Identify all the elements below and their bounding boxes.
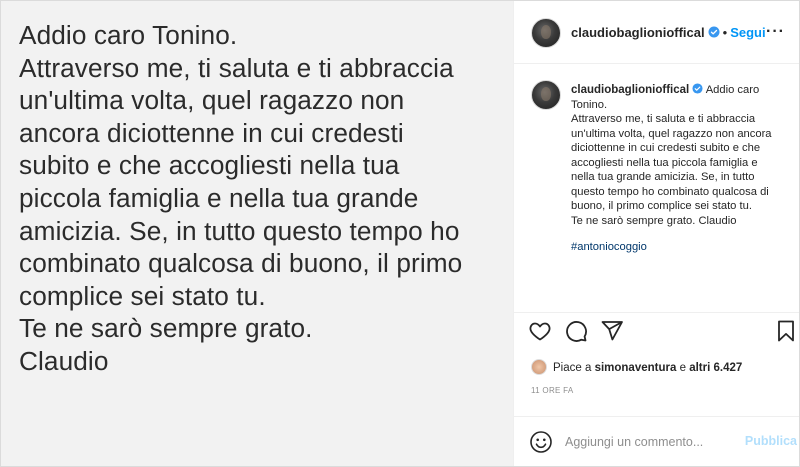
- emoji-icon[interactable]: [529, 430, 553, 454]
- caption-line: diciottenne in cui credesti subito e che: [571, 142, 761, 154]
- post-header: claudiobaglionioffical • Segui ···: [514, 1, 799, 64]
- heart-icon[interactable]: [528, 319, 552, 343]
- post-image-text: Addio caro Tonino. Attraverso me, ti sal…: [19, 19, 505, 378]
- post-timestamp[interactable]: 11 ORE FA: [531, 386, 574, 395]
- post-image-line: Addio caro Tonino.: [19, 20, 238, 50]
- verified-icon: [708, 26, 720, 38]
- caption-line: questo tempo ho combinato qualcosa di: [571, 185, 769, 198]
- comment-icon[interactable]: [564, 319, 588, 343]
- post-image-line: subito e che accogliesti nella tua: [19, 150, 400, 181]
- caption-line: un'ultima volta, quel ragazzo non ancora: [571, 127, 772, 140]
- post-image-line: un'ultima volta, quel ragazzo non: [19, 85, 405, 116]
- header-username[interactable]: claudiobaglionioffical: [571, 25, 705, 40]
- caption-first-line: claudiobaglionioffical Addio caro: [571, 83, 793, 98]
- caption-line: Attraverso me, ti saluta e ti abbraccia: [571, 113, 756, 125]
- action-bar: [514, 313, 799, 351]
- avatar[interactable]: [531, 80, 561, 110]
- instagram-post-modal: Addio caro Tonino. Attraverso me, ti sal…: [0, 0, 800, 467]
- avatar[interactable]: [531, 359, 547, 375]
- post-image-line: Attraverso me, ti saluta e ti abbraccia: [19, 52, 454, 83]
- publish-button[interactable]: Pubblica: [745, 434, 797, 448]
- separator-dot: •: [722, 25, 728, 40]
- post-image[interactable]: Addio caro Tonino. Attraverso me, ti sal…: [1, 1, 514, 466]
- comment-input[interactable]: [563, 431, 742, 453]
- verified-icon: [692, 83, 703, 94]
- likes-user-link[interactable]: simonaventura: [595, 362, 677, 374]
- caption-line: Te ne sarò sempre grato. Claudio: [571, 214, 737, 227]
- post-image-line: Te ne sarò sempre grato.: [19, 313, 313, 344]
- caption-line: buono, il primo complice sei stato tu.: [571, 200, 752, 212]
- caption-username[interactable]: claudiobaglionioffical: [571, 84, 689, 96]
- post-image-line: amicizia. Se, in tutto questo tempo ho: [19, 215, 460, 246]
- likes-middle: e: [679, 362, 686, 374]
- likes-prefix: Piace a: [553, 362, 592, 374]
- post-image-line: Claudio: [19, 345, 109, 376]
- likes-others-link[interactable]: altri 6.427: [689, 362, 742, 374]
- post-image-line: complice sei stato tu.: [19, 280, 266, 311]
- header-user: claudiobaglionioffical • Segui: [571, 25, 766, 40]
- caption: claudiobaglionioffical Addio caro Tonino…: [571, 83, 793, 255]
- caption-line: accogliesti nella tua piccola famiglia e: [571, 156, 758, 169]
- post-image-line: piccola famiglia e nella tua grande: [19, 182, 419, 213]
- caption-text: Addio caro: [705, 84, 760, 96]
- post-image-line: ancora diciottenne in cui credesti: [19, 117, 404, 148]
- follow-button[interactable]: Segui: [730, 25, 765, 40]
- comment-bar: Pubblica: [514, 416, 799, 467]
- post-image-line: combinato qualcosa di buono, il primo: [19, 248, 463, 279]
- caption-line: nella tua grande amicizia. Se, in tutto: [571, 171, 755, 183]
- caption-section: claudiobaglionioffical Addio caro Tonino…: [514, 64, 799, 313]
- avatar[interactable]: [531, 18, 561, 48]
- post-sidebar: claudiobaglionioffical • Segui ··· claudio…: [514, 1, 799, 466]
- bookmark-icon[interactable]: [774, 319, 798, 343]
- caption-line: Tonino.: [571, 98, 608, 111]
- share-icon[interactable]: [600, 319, 624, 343]
- likes-summary: Piace a simonaventura e altri 6.427: [531, 359, 742, 375]
- more-icon[interactable]: ···: [766, 23, 785, 41]
- hashtag-link[interactable]: #antoniocoggio: [571, 240, 793, 255]
